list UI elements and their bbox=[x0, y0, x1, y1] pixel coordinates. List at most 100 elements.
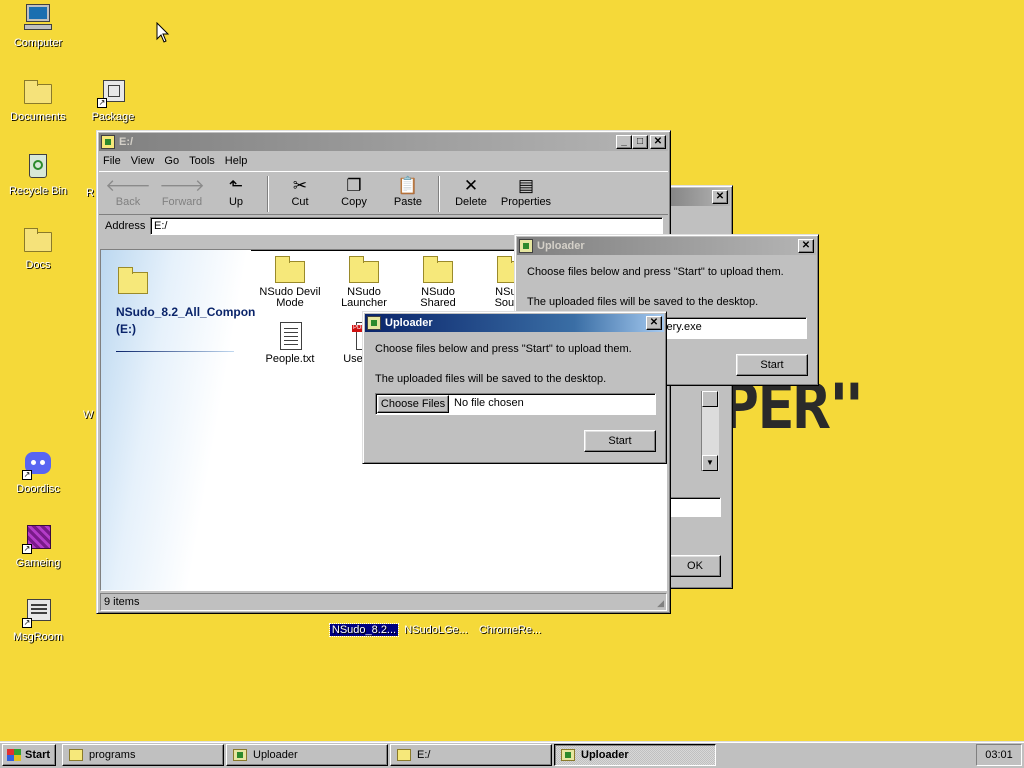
desktop-icon-docs[interactable]: Docs bbox=[0, 224, 76, 271]
delete-button[interactable]: ✕ Delete bbox=[444, 176, 498, 208]
taskbar-button-label: Uploader bbox=[253, 749, 298, 761]
file-label: NSudo Devil Mode bbox=[259, 286, 321, 309]
menu-help[interactable]: Help bbox=[225, 155, 248, 167]
background-window-titlebar: ✕ bbox=[663, 188, 730, 206]
close-button[interactable]: ✕ bbox=[712, 190, 728, 204]
desktop-icon-package[interactable]: ↗ Package bbox=[75, 76, 151, 123]
menu-bar: File View Go Tools Help bbox=[99, 151, 668, 171]
forward-button[interactable]: 🡒 Forward bbox=[155, 176, 209, 208]
desktop-icon-label: Recycle Bin bbox=[8, 185, 68, 197]
toolbar-separator bbox=[267, 176, 269, 212]
maximize-button[interactable]: □ bbox=[632, 135, 648, 149]
package-icon: ↗ bbox=[97, 76, 129, 108]
partial-desktop-label: W bbox=[83, 409, 94, 421]
file-chosen-field[interactable]: very.exe bbox=[655, 317, 807, 339]
desktop-icon-gameing[interactable]: ↗ Gameing bbox=[0, 522, 76, 569]
scroll-thumb[interactable] bbox=[702, 391, 718, 407]
up-label: Up bbox=[228, 196, 244, 208]
taskbar-button-programs[interactable]: programs bbox=[62, 744, 224, 766]
up-folder-icon: ⬑ bbox=[228, 176, 244, 195]
file-chosen-text: No file chosen bbox=[454, 397, 524, 409]
folder-icon bbox=[348, 255, 380, 283]
desktop-icon-recycle-bin[interactable]: Recycle Bin bbox=[0, 150, 76, 197]
start-button[interactable]: Start bbox=[584, 430, 656, 452]
start-label: Start bbox=[25, 749, 51, 761]
uploader-titlebar: Uploader ✕ bbox=[365, 314, 664, 332]
instruction-text: Choose files below and press "Start" to … bbox=[375, 343, 632, 355]
paste-button[interactable]: 📋 Paste bbox=[381, 176, 435, 208]
menu-go[interactable]: Go bbox=[164, 155, 179, 167]
explorer-titlebar: E:/ _ □ ✕ bbox=[99, 133, 668, 151]
file-item[interactable]: NSudo Devil Mode bbox=[255, 255, 325, 309]
delete-x-icon: ✕ bbox=[463, 176, 479, 195]
desktop-icon-label: MsgRoom bbox=[12, 631, 64, 643]
taskbar-button-uploader[interactable]: Uploader bbox=[226, 744, 388, 766]
instruction-text: Choose files below and press "Start" to … bbox=[527, 266, 784, 278]
mouse-cursor-icon bbox=[156, 22, 170, 43]
properties-button[interactable]: ▤ Properties bbox=[496, 176, 556, 208]
close-button[interactable]: ✕ bbox=[798, 239, 814, 253]
drive-name: NSudo_8.2_All_Compon bbox=[116, 305, 256, 319]
window-title: E:/ bbox=[119, 136, 134, 148]
start-button[interactable]: Start bbox=[2, 744, 56, 766]
file-item[interactable]: NSudo Launcher bbox=[329, 255, 399, 309]
desktop-icon-label: NSudo_8.2... bbox=[328, 623, 400, 637]
file-item[interactable]: People.txt bbox=[255, 322, 325, 365]
desktop-icon-computer[interactable]: Computer bbox=[0, 2, 76, 49]
uploader-window-front[interactable]: Uploader ✕ Choose files below and press … bbox=[362, 311, 667, 464]
file-label: NSudo Shared bbox=[420, 286, 456, 309]
file-item[interactable]: NSudo Shared bbox=[403, 255, 473, 309]
desktop-icon-msgroom[interactable]: ↗ MsgRoom bbox=[0, 596, 76, 643]
scrollbar[interactable]: ▼ bbox=[701, 391, 719, 471]
close-button[interactable]: ✕ bbox=[646, 316, 662, 330]
desktop-icon-label: NSudoLGe... bbox=[404, 624, 468, 636]
up-button[interactable]: ⬑ Up bbox=[209, 176, 263, 208]
folder-icon bbox=[422, 255, 454, 283]
menu-file[interactable]: File bbox=[103, 155, 121, 167]
uploader-icon bbox=[367, 316, 381, 330]
menu-view[interactable]: View bbox=[131, 155, 155, 167]
desktop-icon-label: Computer bbox=[13, 37, 63, 49]
file-label: People.txt bbox=[265, 353, 315, 365]
uploader-icon bbox=[519, 239, 533, 253]
game-cube-icon: ↗ bbox=[22, 522, 54, 554]
copy-button[interactable]: ❐ Copy bbox=[327, 176, 381, 208]
computer-icon bbox=[22, 2, 54, 34]
choose-files-button[interactable]: Choose Files bbox=[377, 395, 449, 413]
desktop-icon-doordisc[interactable]: ↗ Doordisc bbox=[0, 448, 76, 495]
info-text: The uploaded files will be saved to the … bbox=[527, 296, 759, 308]
text-field[interactable] bbox=[669, 497, 721, 517]
forward-label: Forward bbox=[161, 196, 203, 208]
taskbar-button-uploader-active[interactable]: Uploader bbox=[554, 744, 716, 766]
desktop-icon-documents[interactable]: Documents bbox=[0, 76, 76, 123]
file-input[interactable]: Choose Files No file chosen bbox=[375, 393, 656, 415]
drive-folder-icon bbox=[117, 266, 149, 296]
copy-icon: ❐ bbox=[346, 176, 362, 195]
cut-button[interactable]: ✂ Cut bbox=[273, 176, 327, 208]
menu-tools[interactable]: Tools bbox=[189, 155, 215, 167]
ok-button[interactable]: OK bbox=[669, 555, 721, 577]
address-input[interactable]: E:/ bbox=[150, 217, 663, 235]
close-button[interactable]: ✕ bbox=[650, 135, 666, 149]
back-button[interactable]: 🡐 Back bbox=[101, 176, 155, 208]
clock-text: 03:01 bbox=[985, 749, 1013, 761]
scroll-down-button[interactable]: ▼ bbox=[702, 455, 718, 471]
resize-grip-icon[interactable]: ◢ bbox=[657, 598, 664, 609]
uploader-titlebar: Uploader ✕ bbox=[517, 237, 816, 255]
start-button[interactable]: Start bbox=[736, 354, 808, 376]
folder-icon bbox=[101, 135, 115, 149]
arrow-right-icon: 🡒 bbox=[159, 176, 205, 195]
taskbar-button-explorer[interactable]: E:/ bbox=[390, 744, 552, 766]
properties-icon: ▤ bbox=[517, 176, 535, 195]
copy-label: Copy bbox=[341, 196, 367, 208]
folder-icon bbox=[69, 749, 83, 761]
desktop-icon-label: Doordisc bbox=[16, 483, 60, 495]
delete-label: Delete bbox=[455, 196, 487, 208]
system-tray-clock[interactable]: 03:01 bbox=[976, 744, 1022, 766]
uploader-icon bbox=[561, 749, 575, 761]
cut-label: Cut bbox=[291, 196, 309, 208]
divider bbox=[116, 351, 234, 352]
desktop-icon-label: Docs bbox=[25, 259, 51, 271]
minimize-button[interactable]: _ bbox=[616, 135, 632, 149]
doordisc-icon: ↗ bbox=[22, 448, 54, 480]
